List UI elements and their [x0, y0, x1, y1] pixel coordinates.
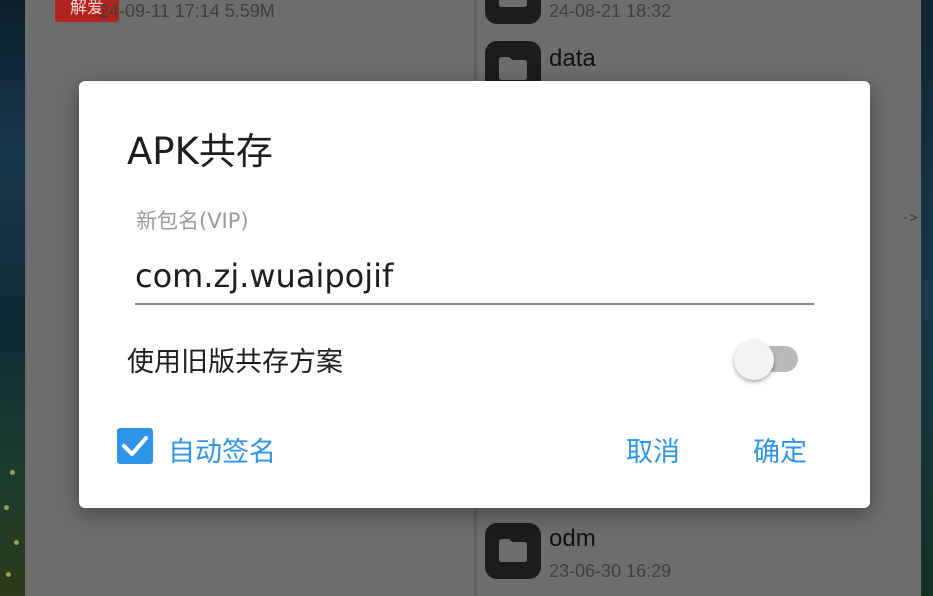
switch-thumb — [734, 340, 774, 380]
arrow-hint: -> — [901, 210, 918, 226]
folder-icon[interactable] — [485, 523, 541, 579]
folder-date: 23-06-30 16:29 — [549, 561, 672, 581]
legacy-scheme-switch[interactable] — [734, 338, 800, 382]
apk-coexist-dialog: APK共存 新包名(VIP) 使用旧版共存方案 自动签名 取消 确定 — [79, 81, 870, 508]
wallpaper-sparkle — [6, 572, 11, 577]
folder-name[interactable]: odm — [549, 525, 596, 553]
wallpaper-sparkle — [4, 505, 9, 510]
folder-date: 24-08-21 18:32 — [549, 1, 672, 21]
cancel-button[interactable]: 取消 — [626, 430, 680, 469]
folder-icon[interactable] — [485, 0, 541, 24]
file-meta: 24-09-11 17:14 5.59M — [99, 1, 275, 21]
legacy-scheme-label: 使用旧版共存方案 — [127, 347, 343, 378]
ok-button[interactable]: 确定 — [753, 430, 807, 469]
package-name-label: 新包名(VIP) — [136, 209, 249, 233]
folder-name[interactable]: data — [549, 45, 596, 73]
auto-sign-checkbox[interactable] — [117, 428, 153, 464]
check-icon — [122, 436, 148, 456]
package-name-input[interactable] — [135, 249, 814, 305]
auto-sign-label[interactable]: 自动签名 — [168, 430, 276, 469]
dialog-title: APK共存 — [127, 130, 273, 173]
wallpaper-sparkle — [14, 540, 19, 545]
wallpaper-left — [0, 0, 25, 596]
wallpaper-sparkle — [10, 470, 15, 475]
wallpaper-right — [921, 0, 933, 596]
